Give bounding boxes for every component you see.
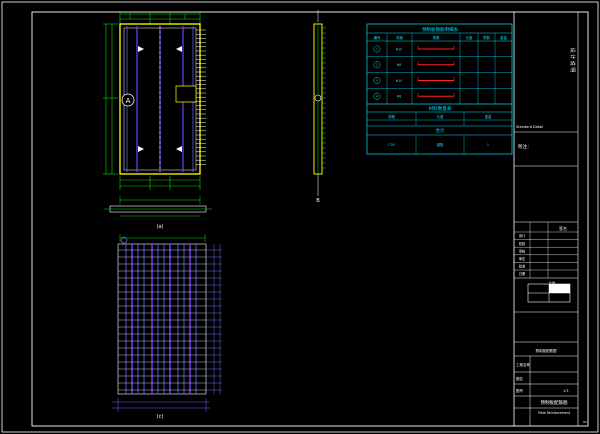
rebar-header-cell: 长度 (466, 35, 473, 40)
rebar-header-cell: 规格 (396, 35, 403, 40)
rebar-row-spec: Φ10 (396, 47, 403, 51)
rebar-row-id: 4 (376, 95, 378, 99)
rebar-table-rows: 1 Φ10 2 Φ8 3 Φ10 4 Φ8 (367, 45, 512, 105)
sheet-inner-border (31, 11, 589, 427)
signature-row-label: 审定 (519, 256, 526, 261)
side-view-ticks (322, 27, 326, 169)
plan-view[interactable]: A (a) (103, 11, 212, 230)
key-plan-diagram (527, 283, 571, 303)
side-view-mark: B (316, 198, 320, 204)
elevation-view-label: (c) (157, 414, 164, 420)
plan-recess (175, 85, 197, 103)
scale-label: 比例 (549, 280, 555, 285)
material-header-cell: 重量 (485, 114, 492, 119)
design-notes-vertical: 设 计 说 明 (569, 48, 576, 73)
rebar-schedule-table[interactable]: 预制板钢筋明细表 编号 规格 简图 长度 根数 重量 1 Φ102 Φ83 Φ104 Φ8 材料数… (366, 23, 513, 155)
title-block[interactable]: 设 计 说 明 Standard Detail 附注： 设计校核审核审定批准日期… (513, 12, 587, 426)
drawing-number-label: 图号 (516, 388, 524, 393)
signature-column-title: 签名 (559, 225, 567, 231)
plan-bottom-dimension (119, 176, 201, 190)
elevation-top-dimension (119, 234, 206, 242)
rebar-header-cell: 编号 (374, 35, 381, 40)
standard-detail-label: Standard Detail (516, 125, 543, 129)
cad-drawing-sheet[interactable]: A (a) B (c) 预制板钢筋明细表 编号 规格 简图 长度 根数 重量 1… (0, 0, 600, 434)
rebar-row-id: 3 (376, 79, 378, 83)
material-header-cell: 规格 (388, 114, 395, 119)
rebar-table-title: 预制板钢筋明细表 (422, 26, 458, 33)
project-label: 工程名称 (516, 362, 530, 367)
elevation-horizontal-bars (118, 249, 206, 391)
rebar-table-border (366, 23, 513, 155)
rebar-row-id: 1 (376, 47, 378, 51)
elevation-right-ticks (206, 249, 222, 391)
plan-section-strip (104, 196, 212, 217)
rebar-header-cell: 根数 (483, 35, 490, 40)
rebar-header-cell: 简图 (433, 35, 440, 40)
elevation-right-dimension (213, 244, 221, 394)
page-number: 1/1 (563, 389, 569, 393)
signature-row-label: 审核 (519, 248, 526, 253)
rebar-row-spec: Φ10 (396, 79, 403, 83)
drawing-name-small: 预制板配筋图 (536, 348, 557, 353)
plan-section-mark: A (126, 97, 131, 105)
material-table-title: 材料数量表 (429, 105, 452, 112)
plan-view-label: (a) (157, 224, 164, 230)
drawing-title: 预制板配筋图 (541, 399, 568, 406)
elevation-slab-outline (117, 243, 207, 395)
signature-row-label: 校核 (519, 241, 526, 246)
summary-table-row: C30 钢筋 1 (388, 135, 489, 154)
sheet-number: 01 (583, 420, 587, 424)
notes-label: 附注： (518, 143, 532, 150)
rebar-row-spec: Φ8 (397, 95, 402, 99)
plan-top-dimension (119, 11, 201, 24)
summary-cell: C30 (388, 143, 395, 147)
material-table-header-row: 规格 长度 重量 (367, 112, 512, 126)
material-header-cell: 长度 (437, 114, 444, 119)
signature-row-label: 日期 (519, 271, 525, 276)
plan-section-symbol[interactable]: A (121, 93, 135, 107)
sheet-label: 图名 (516, 376, 523, 381)
summary-cell: 1 (487, 143, 489, 147)
rebar-row-spec: Φ8 (397, 63, 402, 67)
elevation-vertical-bars (125, 244, 197, 394)
footer-label: Plate Reinforcement (538, 411, 571, 415)
elevation-bottom-dimension (112, 398, 210, 412)
signature-row-label: 批准 (519, 264, 526, 269)
side-view[interactable]: B (313, 10, 326, 204)
sheet-outer-border (1, 1, 599, 433)
elevation-view[interactable]: (c) (112, 234, 222, 420)
rebar-header-cell: 重量 (500, 35, 507, 40)
signature-rows: 设计校核审核审定批准日期 (514, 222, 578, 278)
rebar-table-header-row: 编号 规格 简图 长度 根数 重量 (374, 33, 507, 104)
summary-table-title: 合计 (436, 127, 445, 134)
rebar-row-id: 2 (376, 63, 378, 67)
plan-stirrup-ticks (196, 29, 206, 165)
signature-row-label: 设计 (519, 233, 526, 238)
plan-left-dimension (103, 23, 118, 175)
summary-cell: 钢筋 (437, 142, 444, 147)
